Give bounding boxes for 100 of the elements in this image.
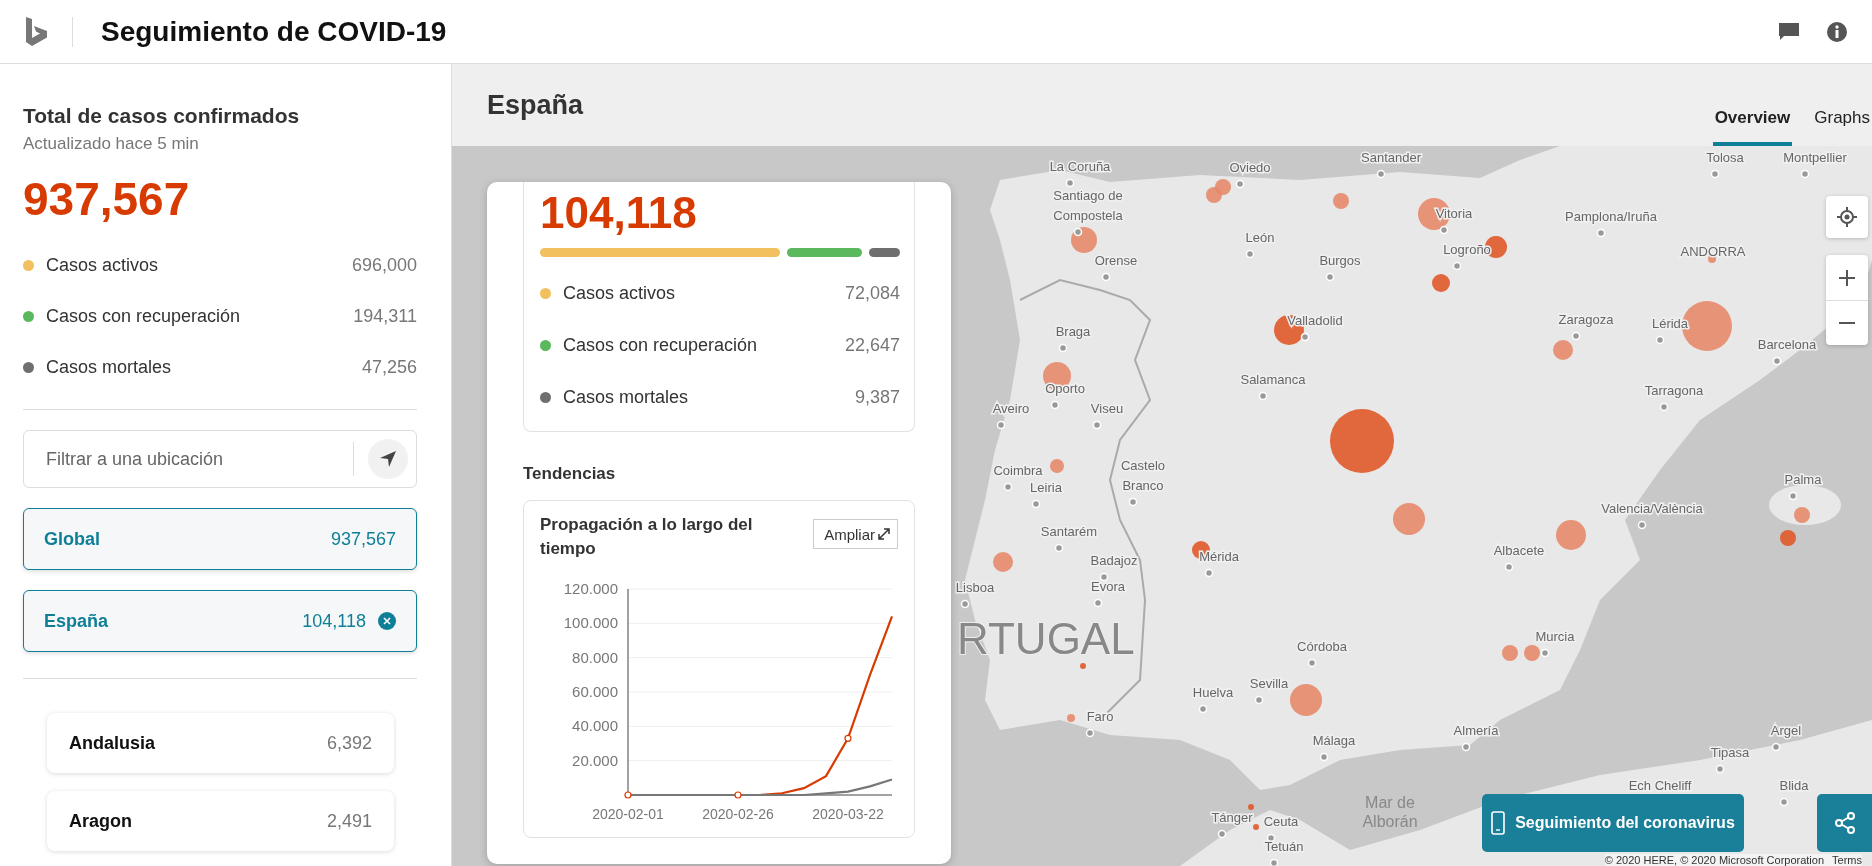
city-dot-icon <box>1217 829 1227 839</box>
city-dot-icon <box>1779 797 1789 807</box>
map-label: ANDORRA <box>1680 244 1746 259</box>
city-dot-icon <box>1659 402 1669 412</box>
city-dot-icon <box>1788 491 1798 501</box>
city-dot-icon <box>1003 482 1013 492</box>
app-title: Seguimiento de COVID-19 <box>101 15 448 48</box>
case-bubble <box>1794 507 1810 523</box>
copyright-text: © 2020 HERE, © 2020 Microsoft Corporation <box>1604 854 1825 866</box>
map-label: Pamplona/Iruña <box>1565 209 1657 224</box>
city-dot-icon <box>1058 343 1068 353</box>
case-bubble <box>1050 459 1064 473</box>
map-label: Orense <box>1094 253 1138 268</box>
phone-icon <box>1491 811 1506 835</box>
tab[interactable]: Graphs <box>1812 108 1872 146</box>
close-icon[interactable] <box>378 612 396 630</box>
section-title: Total de casos confirmados <box>23 104 301 128</box>
city-dot-icon <box>1258 391 1268 401</box>
city-dot-icon <box>1198 704 1208 714</box>
case-bubble <box>1780 530 1796 546</box>
map-label: Santarém <box>1040 524 1098 539</box>
city-dot-icon <box>1715 764 1725 774</box>
case-bubble <box>1290 684 1322 716</box>
region-item[interactable]: Andalusia 6,392 <box>47 713 394 773</box>
case-bubble <box>1502 645 1518 661</box>
y-tick-label: 40.000 <box>572 716 618 734</box>
map-label: Argel <box>1770 723 1802 738</box>
city-dot-icon <box>1092 420 1102 430</box>
city-dot-icon <box>1307 658 1317 668</box>
case-bubble <box>1556 520 1586 550</box>
region-name: Andalusia <box>69 732 157 754</box>
case-bubble <box>1524 645 1540 661</box>
x-tick-label: 2020-02-26 <box>702 805 774 822</box>
map-label: Ceuta <box>1263 814 1299 829</box>
case-bubble <box>1071 227 1097 253</box>
map-label: Leiria <box>1030 480 1062 495</box>
share-icon[interactable] <box>1817 794 1872 852</box>
map-label: Huelva <box>1192 685 1234 700</box>
stat-value: 22,647 <box>844 334 900 356</box>
country-title: España <box>487 89 585 121</box>
terms-link[interactable]: Terms <box>1832 854 1862 866</box>
city-dot-icon <box>1266 833 1276 843</box>
city-dot-icon <box>1128 497 1138 507</box>
city-dot-icon <box>1254 695 1264 705</box>
city-dot-icon <box>1093 598 1103 608</box>
region-item[interactable]: Aragon 2,491 <box>47 791 394 851</box>
city-dot-icon <box>1710 169 1720 179</box>
case-bubble <box>993 552 1013 572</box>
map-label: Santander <box>1361 150 1421 165</box>
filter-label: Global <box>44 528 101 550</box>
expand-icon <box>877 527 891 541</box>
map-label: La Coruña <box>1049 159 1111 174</box>
case-bubble <box>1708 255 1716 263</box>
stat-value: 9,387 <box>854 386 900 408</box>
city-dot-icon <box>1771 742 1781 752</box>
city-dot-icon <box>960 599 970 609</box>
city-dot-icon <box>1319 752 1329 762</box>
updated-text: Actualizado hace 5 min <box>23 134 200 154</box>
map-label: León <box>1245 230 1275 245</box>
filter-count: 937,567 <box>330 528 396 550</box>
city-dot-icon <box>1073 227 1083 237</box>
search-bar[interactable]: Filtrar a una ubicación <box>23 430 417 488</box>
case-bubble <box>1080 663 1086 669</box>
y-tick-label: 20.000 <box>572 751 618 769</box>
section-title: Tendencias <box>523 464 617 484</box>
stat-label: Casos con recuperación <box>563 334 759 356</box>
map-label: Coimbra <box>993 463 1043 478</box>
search-input[interactable]: Filtrar a una ubicación <box>44 447 353 471</box>
stat-value: 194,311 <box>353 306 417 327</box>
sea-label: Mar de <box>1365 794 1415 811</box>
sea-label: Alborán <box>1362 813 1418 830</box>
city-dot-icon <box>1245 249 1255 259</box>
city-dot-icon <box>1504 562 1514 572</box>
x-tick-label: 2020-02-01 <box>592 805 664 822</box>
map-label: Ech Cheliff <box>1628 778 1692 793</box>
map-label: Málaga <box>1312 733 1356 748</box>
city-dot-icon <box>1540 648 1550 658</box>
city-dot-icon <box>1772 356 1782 366</box>
total-count: 937,567 <box>23 172 191 226</box>
location-filter[interactable]: España 104,118 <box>23 590 417 652</box>
map[interactable] <box>452 146 1872 866</box>
map-label: Barcelona <box>1757 337 1817 352</box>
city-dot-icon <box>1085 728 1095 738</box>
x-tick-label: 2020-03-22 <box>812 805 884 822</box>
case-bubble <box>1248 804 1254 810</box>
city-dot-icon <box>1637 520 1647 530</box>
country-label: RTUGAL <box>957 614 1135 663</box>
case-bubble <box>1253 824 1259 830</box>
tracker-button[interactable]: Seguimiento del coronavirus <box>1482 794 1744 852</box>
map-label: Castelo <box>1120 458 1166 473</box>
chart-point <box>624 791 632 799</box>
stat-value: 696,000 <box>351 255 417 276</box>
locate-icon[interactable] <box>1826 196 1868 238</box>
map-label: Córdoba <box>1297 639 1347 654</box>
expand-button[interactable]: Ampliar <box>813 519 898 549</box>
map-label: Tetuán <box>1264 839 1304 854</box>
region-name: Aragon <box>69 810 133 832</box>
location-filter[interactable]: Global 937,567 <box>23 508 417 570</box>
map-label: Tarragona <box>1644 383 1704 398</box>
case-bubble <box>1067 714 1075 722</box>
